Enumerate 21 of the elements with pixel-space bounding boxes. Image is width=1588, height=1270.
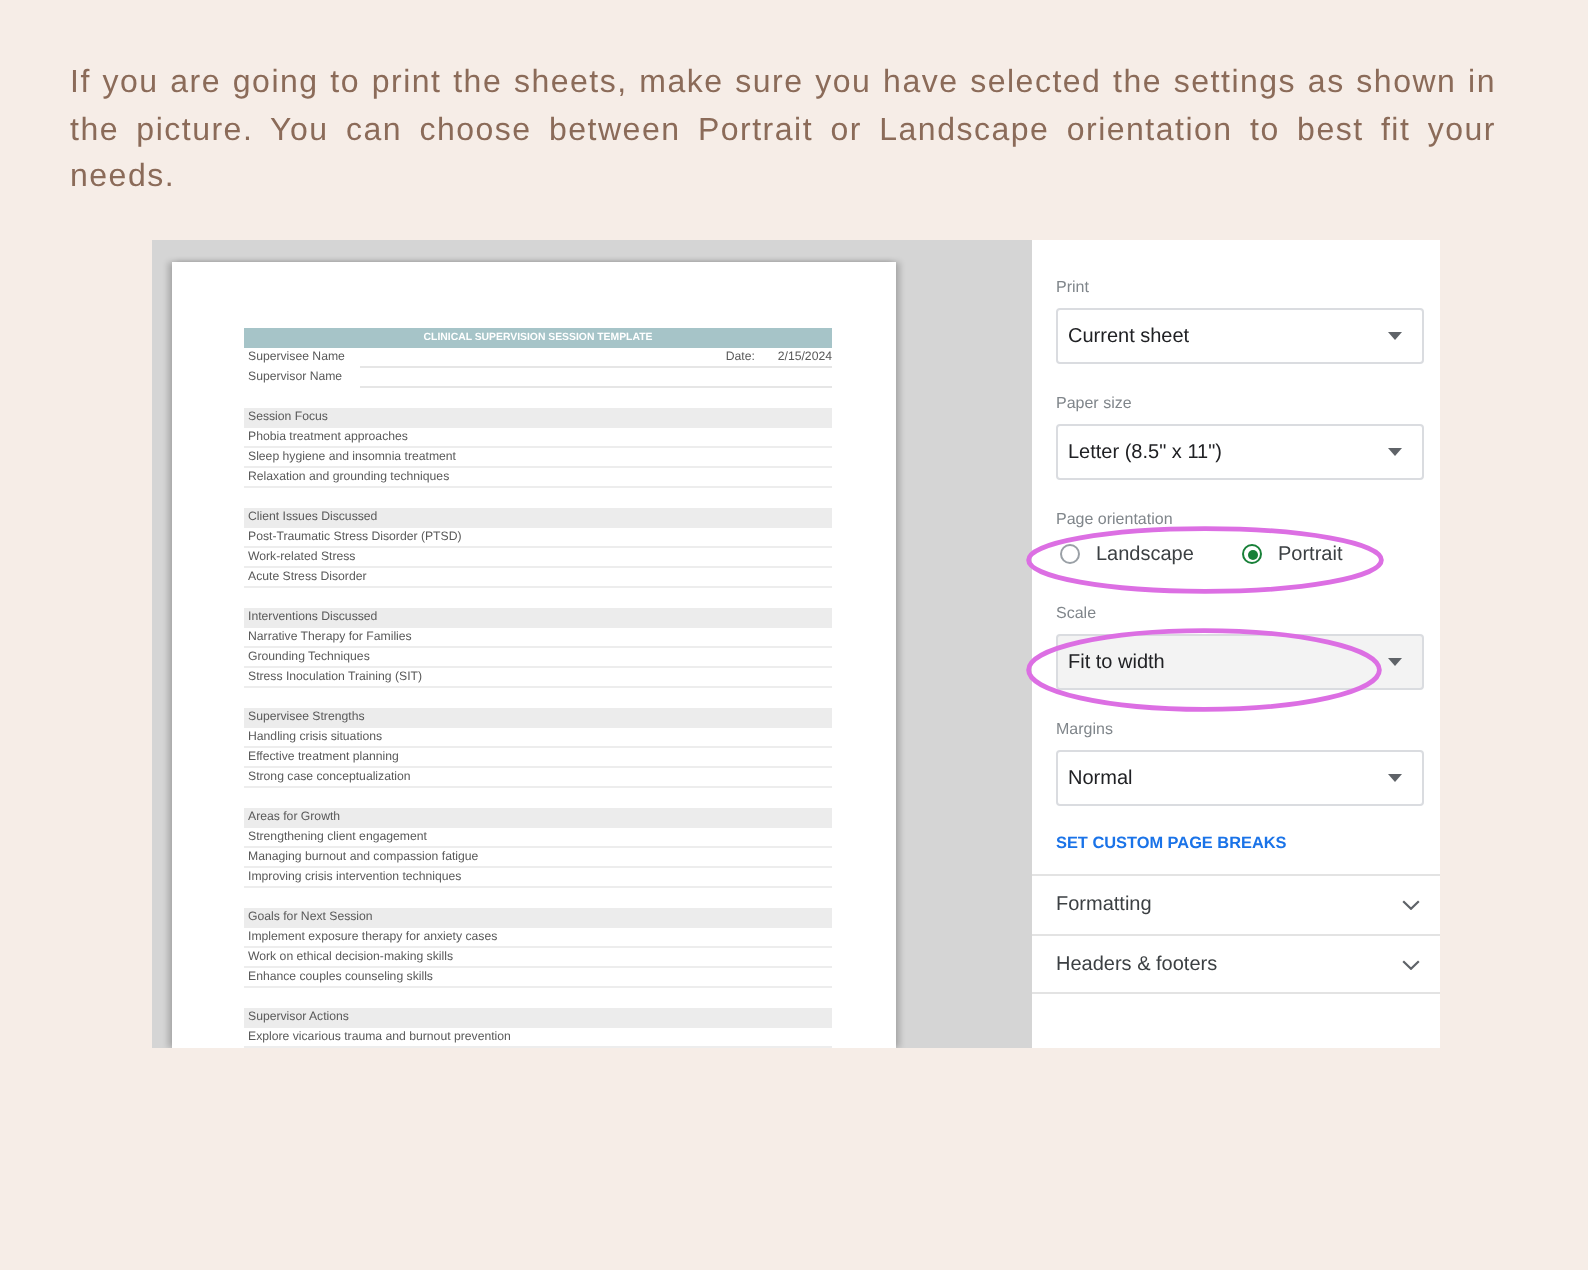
radio-button[interactable] xyxy=(1242,544,1262,564)
dropdown[interactable]: Fit to width xyxy=(1056,634,1424,690)
caret-icon xyxy=(1388,774,1402,782)
setting-label: Page orientation xyxy=(1056,510,1175,530)
radio-label[interactable]: Landscape xyxy=(1096,543,1194,565)
setting-label: Scale xyxy=(1056,604,1099,624)
section-toggle[interactable]: Formatting xyxy=(1032,874,1440,934)
caret-icon xyxy=(1388,658,1402,666)
page-breaks-link[interactable]: SET CUSTOM PAGE BREAKS xyxy=(1056,833,1287,851)
caret-icon xyxy=(1388,448,1402,456)
radio-label[interactable]: Portrait xyxy=(1278,543,1343,565)
dropdown[interactable]: Current sheet xyxy=(1056,308,1424,364)
setting-label: Paper size xyxy=(1056,394,1134,414)
section-toggle[interactable]: Headers & footers xyxy=(1032,934,1440,994)
dropdown[interactable]: Letter (8.5" x 11") xyxy=(1056,424,1424,480)
radio-button[interactable] xyxy=(1060,544,1080,564)
dropdown[interactable]: Normal xyxy=(1056,750,1424,806)
setting-label: Margins xyxy=(1056,720,1115,740)
caret-icon xyxy=(1388,332,1402,340)
setting-label: Print xyxy=(1056,278,1091,298)
instruction-text: If you are going to print the sheets, make sure you have selected the settings as shown in the picture. You can choose between Portrait or Landscape orientation to best fit your needs. xyxy=(70,64,1496,198)
